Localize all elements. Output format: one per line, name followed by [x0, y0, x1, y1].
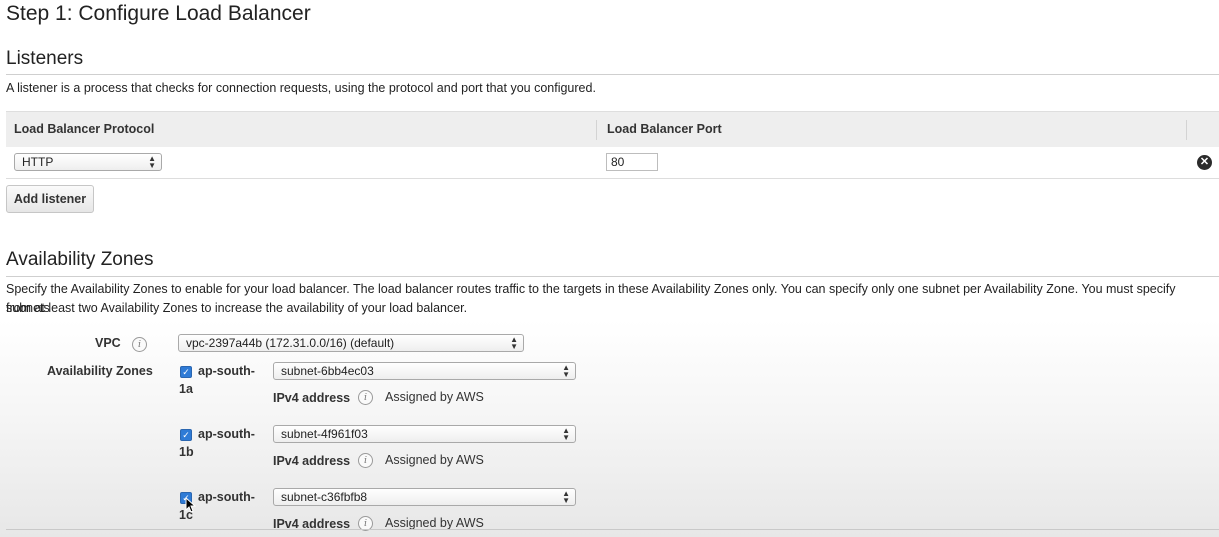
subnet-select-value: subnet-6bb4ec03	[281, 364, 374, 378]
availability-zones-section-title: Availability Zones	[6, 249, 154, 270]
listener-row: HTTP ▲ ▼ 80 ✕	[6, 147, 1219, 179]
subnet-select-1c[interactable]: subnet-c36fbfb8 ▲ ▼	[273, 488, 576, 506]
vpc-select-value: vpc-2397a44b (172.31.0.0/16) (default)	[186, 336, 395, 350]
select-arrows-icon: ▲ ▼	[562, 363, 570, 379]
vpc-info-icon[interactable]: i	[132, 337, 147, 352]
vpc-select[interactable]: vpc-2397a44b (172.31.0.0/16) (default) ▲…	[178, 334, 524, 352]
ipv4-address-value: Assigned by AWS	[385, 453, 484, 467]
protocol-select[interactable]: HTTP ▲ ▼	[14, 153, 162, 171]
ipv4-address-label: IPv4 address	[273, 391, 351, 405]
add-listener-button[interactable]: Add listener	[6, 185, 94, 213]
zone-name-prefix: ap-south-	[198, 427, 255, 441]
listeners-divider	[6, 74, 1219, 75]
column-header-protocol: Load Balancer Protocol	[14, 122, 155, 136]
column-header-port: Load Balancer Port	[607, 122, 722, 136]
subnet-select-1a[interactable]: subnet-6bb4ec03 ▲ ▼	[273, 362, 576, 380]
zone-checkbox-1b[interactable]: ✓	[180, 429, 192, 441]
zone-name-suffix: 1b	[179, 445, 194, 459]
mouse-cursor-icon	[185, 497, 196, 513]
bottom-divider	[6, 529, 1219, 530]
column-separator	[596, 120, 597, 140]
availability-zones-divider	[6, 276, 1219, 277]
select-arrows-icon: ▲ ▼	[562, 426, 570, 442]
ipv4-address-value: Assigned by AWS	[385, 516, 484, 530]
column-separator	[1186, 120, 1187, 140]
select-arrows-icon: ▲ ▼	[510, 335, 518, 351]
select-arrows-icon: ▲ ▼	[148, 154, 156, 170]
protocol-select-value: HTTP	[22, 155, 54, 169]
configure-load-balancer-page: Step 1: Configure Load Balancer Listener…	[0, 0, 1219, 537]
availability-zones-description-line2: from at least two Availability Zones to …	[6, 301, 468, 315]
port-input[interactable]: 80	[606, 153, 658, 171]
zone-name-prefix: ap-south-	[198, 364, 255, 378]
ipv4-address-label: IPv4 address	[273, 454, 351, 468]
zone-checkbox-1a[interactable]: ✓	[180, 366, 192, 378]
availability-zones-label: Availability Zones	[47, 364, 153, 378]
ipv4-info-icon[interactable]: i	[358, 453, 373, 468]
vpc-label: VPC	[95, 336, 121, 350]
page-title: Step 1: Configure Load Balancer	[6, 2, 311, 25]
ipv4-address-value: Assigned by AWS	[385, 390, 484, 404]
ipv4-info-icon[interactable]: i	[358, 390, 373, 405]
select-arrows-icon: ▲ ▼	[562, 489, 570, 505]
zone-name-prefix: ap-south-	[198, 490, 255, 504]
listeners-table-header: Load Balancer Protocol Load Balancer Por…	[6, 111, 1219, 148]
subnet-select-1b[interactable]: subnet-4f961f03 ▲ ▼	[273, 425, 576, 443]
subnet-select-value: subnet-c36fbfb8	[281, 490, 368, 504]
listeners-section-title: Listeners	[6, 48, 84, 69]
zone-name-suffix: 1a	[179, 382, 193, 396]
subnet-select-value: subnet-4f961f03	[281, 427, 368, 441]
listeners-description: A listener is a process that checks for …	[6, 81, 596, 95]
remove-listener-icon[interactable]: ✕	[1197, 155, 1212, 170]
